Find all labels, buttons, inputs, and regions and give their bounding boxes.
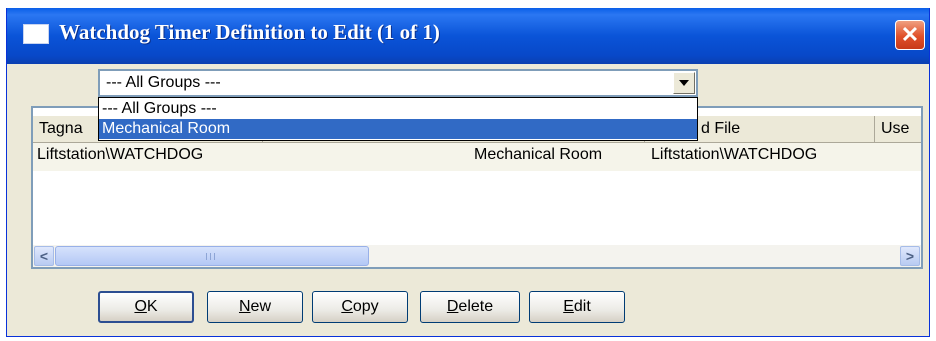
table-row[interactable]: Liftstation\WATCHDOG Mechanical Room Lif… bbox=[33, 143, 921, 171]
new-button-label: ew bbox=[250, 298, 271, 315]
group-select[interactable]: --- All Groups --- bbox=[98, 69, 698, 97]
cell-file: Liftstation\WATCHDOG bbox=[651, 146, 818, 163]
chevron-down-icon[interactable] bbox=[673, 72, 695, 94]
copy-button-label: opy bbox=[352, 298, 379, 315]
chevron-right-icon: > bbox=[905, 248, 915, 264]
dropdown-option-mechanical-room[interactable]: Mechanical Room bbox=[99, 119, 697, 139]
ok-button-label: K bbox=[146, 298, 158, 315]
close-icon: ✕ bbox=[900, 22, 920, 47]
grip-icon bbox=[206, 253, 207, 260]
title-bar[interactable]: Watchdog Timer Definition to Edit (1 of … bbox=[7, 8, 929, 64]
window-icon bbox=[23, 24, 49, 44]
grip-icon bbox=[210, 253, 211, 260]
column-header-use[interactable]: Use bbox=[875, 116, 921, 142]
chevron-left-icon: < bbox=[39, 248, 49, 264]
scroll-thumb[interactable] bbox=[55, 246, 369, 266]
scroll-right-button[interactable]: > bbox=[900, 246, 920, 266]
delete-button-hotkey: D bbox=[446, 298, 459, 315]
window-title: Watchdog Timer Definition to Edit (1 of … bbox=[59, 20, 440, 44]
new-button-hotkey: N bbox=[238, 298, 251, 315]
delete-button[interactable]: Delete bbox=[420, 291, 520, 323]
scroll-left-button[interactable]: < bbox=[34, 246, 54, 266]
group-select-value: --- All Groups --- bbox=[106, 74, 221, 91]
grip-icon bbox=[214, 253, 215, 260]
dropdown-option-all-groups[interactable]: --- All Groups --- bbox=[99, 99, 697, 119]
ok-button-hotkey: O bbox=[134, 298, 147, 315]
edit-button[interactable]: Edit bbox=[529, 291, 625, 323]
horizontal-scrollbar[interactable]: < > bbox=[33, 245, 921, 267]
copy-button[interactable]: Copy bbox=[312, 291, 408, 323]
dialog-window: Watchdog Timer Definition to Edit (1 of … bbox=[6, 8, 930, 337]
copy-button-hotkey: C bbox=[341, 298, 353, 315]
cell-tagname: Liftstation\WATCHDOG bbox=[37, 146, 204, 163]
close-button[interactable]: ✕ bbox=[895, 20, 925, 50]
delete-button-label: elete bbox=[458, 298, 494, 315]
cell-group: Mechanical Room bbox=[474, 146, 603, 163]
ok-button[interactable]: OK bbox=[98, 291, 194, 323]
edit-button-hotkey: E bbox=[563, 298, 574, 315]
edit-button-label: dit bbox=[573, 298, 591, 315]
new-button[interactable]: New bbox=[207, 291, 303, 323]
group-dropdown-list[interactable]: --- All Groups --- Mechanical Room bbox=[98, 97, 698, 141]
